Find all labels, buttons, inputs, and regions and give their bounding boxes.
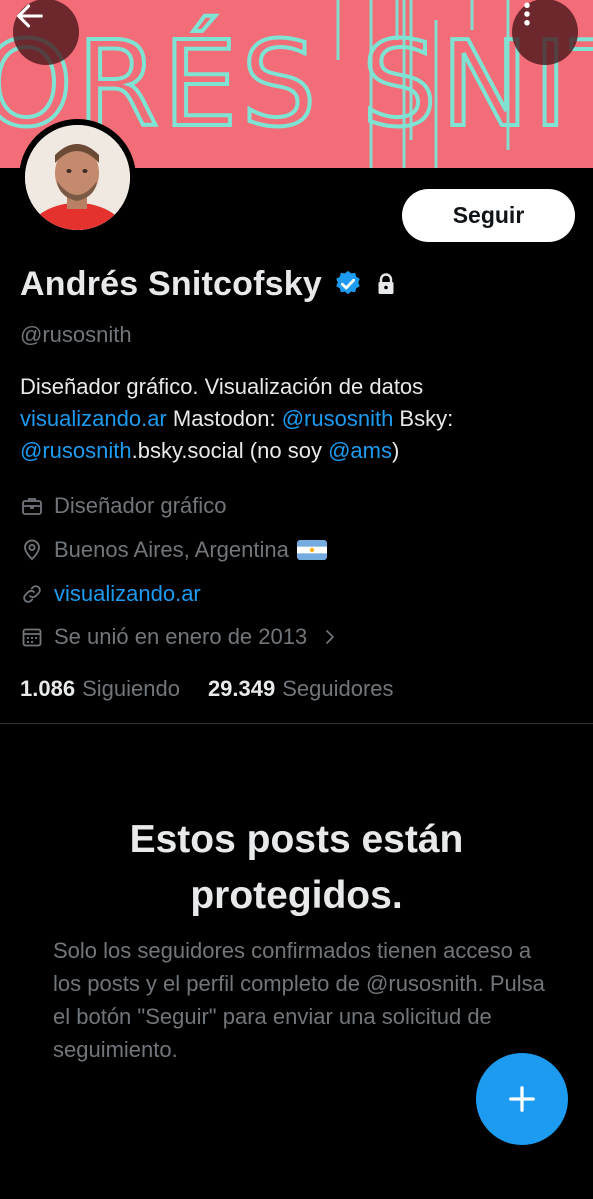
lock-icon bbox=[378, 273, 394, 294]
joined-date: Se unió en enero de 2013 bbox=[54, 624, 308, 649]
arrow-left-icon bbox=[17, 4, 43, 28]
follow-stats: 1.086 Siguiendo 29.349 Seguidores bbox=[20, 674, 394, 704]
location-row: Buenos Aires, Argentina bbox=[20, 535, 327, 565]
bio-text: .bsky.social (no soy bbox=[131, 438, 329, 463]
protected-title: Estos posts están protegidos. bbox=[129, 818, 464, 917]
bio-text: ) bbox=[391, 438, 400, 463]
followers-label: Seguidores bbox=[282, 676, 394, 701]
divider bbox=[0, 723, 593, 724]
more-vertical-icon bbox=[524, 2, 530, 26]
display-name: Andrés Snitcofsky bbox=[20, 264, 322, 303]
following-label: Siguiendo bbox=[82, 676, 180, 701]
location-pin-icon bbox=[24, 539, 40, 561]
bio-text: Mastodon: bbox=[166, 406, 282, 431]
following-count: 1.086 bbox=[20, 676, 76, 701]
website-link[interactable]: visualizando.ar bbox=[54, 581, 201, 607]
compose-fab-button[interactable] bbox=[476, 1053, 568, 1145]
followers-link[interactable]: 29.349 Seguidores bbox=[208, 676, 394, 702]
bio: Diseñador gráfico. Visualización de dato… bbox=[20, 371, 580, 467]
bio-link-website[interactable]: visualizando.ar bbox=[20, 406, 167, 431]
website-row: visualizando.ar bbox=[20, 579, 201, 609]
bio-mention-mastodon[interactable]: @rusosnith bbox=[282, 406, 394, 431]
more-options-button[interactable] bbox=[512, 0, 578, 65]
calendar-icon bbox=[22, 628, 42, 647]
link-icon bbox=[23, 585, 41, 603]
argentina-flag-icon bbox=[296, 540, 327, 560]
location: Buenos Aires, Argentina bbox=[54, 537, 289, 562]
name-row: Andrés Snitcofsky bbox=[20, 263, 398, 305]
bio-mention-bsky[interactable]: @rusosnith bbox=[20, 438, 132, 463]
follow-button[interactable]: Seguir bbox=[402, 189, 575, 242]
bio-text: Bsky: bbox=[393, 406, 454, 431]
joined-row[interactable]: Se unió en enero de 2013 bbox=[20, 622, 339, 652]
verified-badge-icon[interactable] bbox=[333, 269, 363, 299]
followers-count: 29.349 bbox=[207, 676, 276, 701]
bio-mention-ams[interactable]: @ams bbox=[328, 438, 392, 463]
chevron-right-icon bbox=[326, 630, 335, 644]
plus-icon bbox=[509, 1086, 535, 1112]
bio-text: Diseñador gráfico. Visualización de dato… bbox=[20, 374, 424, 399]
profession: Diseñador gráfico bbox=[54, 493, 227, 518]
profile-page: ORÉS SNITCOFS bbox=[0, 0, 593, 1199]
avatar-photo bbox=[25, 125, 130, 230]
back-button[interactable] bbox=[13, 0, 79, 65]
profession-row: Diseñador gráfico bbox=[20, 491, 226, 521]
protected-description: Solo los seguidores confirmados tienen a… bbox=[53, 938, 545, 1062]
avatar[interactable] bbox=[19, 119, 136, 236]
following-link[interactable]: 1.086 Siguiendo bbox=[20, 676, 180, 702]
briefcase-icon bbox=[22, 498, 42, 515]
handle: @rusosnith bbox=[20, 322, 132, 347]
